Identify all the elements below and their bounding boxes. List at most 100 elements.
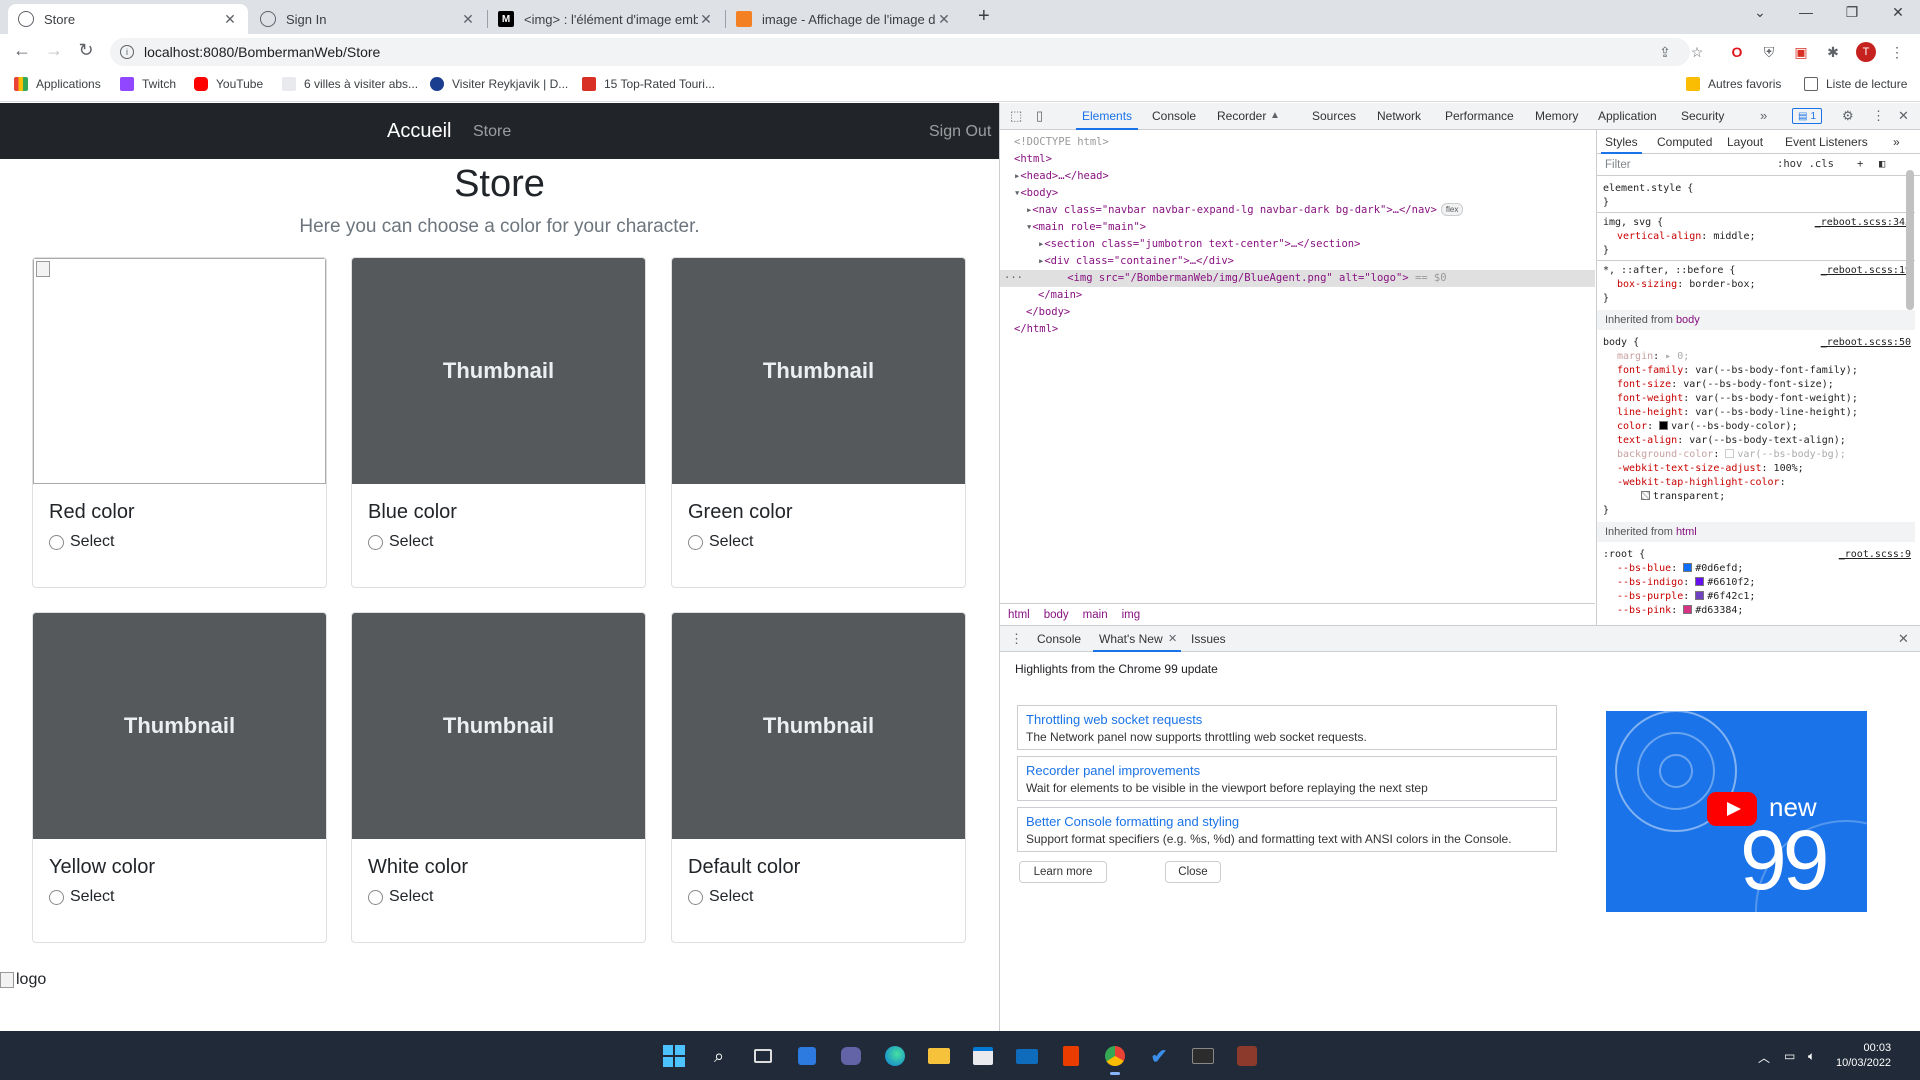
bookmark-reykjavik[interactable]: Visiter Reykjavik | D...	[430, 77, 568, 91]
whats-new-link[interactable]: Throttling web socket requests	[1026, 712, 1202, 727]
css-declaration-value[interactable]: transparent;	[1597, 490, 1915, 504]
css-declaration[interactable]: -webkit-tap-highlight-color:	[1597, 476, 1915, 490]
chrome-icon[interactable]	[1102, 1043, 1128, 1075]
tab-recorder[interactable]: Recorder	[1217, 109, 1266, 123]
learn-more-button[interactable]: Learn more	[1019, 861, 1107, 883]
drawer-tab-console[interactable]: Console	[1037, 632, 1081, 646]
css-declaration[interactable]: --bs-blue: #0d6efd;	[1597, 562, 1915, 576]
select-radio[interactable]: Select	[688, 533, 753, 551]
tab-console[interactable]: Console	[1152, 109, 1196, 123]
color-swatch[interactable]	[1695, 591, 1705, 600]
breadcrumb-item[interactable]: img	[1122, 609, 1141, 621]
avatar[interactable]: T	[1856, 42, 1876, 62]
dom-node[interactable]: </body>	[1000, 304, 1595, 321]
system-clock[interactable]: 00:03 10/03/2022	[1836, 1041, 1891, 1071]
css-declaration[interactable]: font-weight: var(--bs-body-font-weight);	[1597, 392, 1915, 406]
color-swatch[interactable]	[1683, 605, 1693, 614]
reading-list[interactable]: Liste de lecture	[1804, 77, 1907, 91]
dom-node[interactable]: ▸<nav class="navbar navbar-expand-lg nav…	[1000, 202, 1595, 219]
css-declaration[interactable]: --bs-pink: #d63384;	[1597, 604, 1915, 618]
site-info-icon[interactable]: i	[120, 45, 134, 59]
bookmark-twitch[interactable]: Twitch	[120, 77, 176, 91]
toggle-sidebar-icon[interactable]: ◧	[1879, 158, 1885, 170]
mail-icon[interactable]	[1014, 1043, 1040, 1069]
flex-badge[interactable]: flex	[1440, 203, 1464, 216]
select-radio[interactable]: Select	[368, 533, 433, 551]
tab-styles[interactable]: Styles	[1601, 135, 1642, 154]
color-swatch[interactable]	[1695, 577, 1705, 586]
chrome-99-promo-video[interactable]: new 99	[1606, 711, 1867, 912]
dom-node[interactable]: ▸<section class="jumbotron text-center">…	[1000, 236, 1595, 253]
close-window-icon[interactable]: ✕	[1878, 4, 1918, 21]
radio-label[interactable]: Select	[70, 533, 114, 551]
styles-filter[interactable]: Filter :hov .cls + ◧	[1597, 154, 1920, 176]
drawer-tab-issues[interactable]: Issues	[1191, 632, 1226, 646]
back-icon[interactable]: ←	[10, 40, 34, 61]
more-menu-icon[interactable]: ⋮	[1888, 43, 1906, 61]
bookmark-youtube[interactable]: YouTube	[194, 77, 263, 91]
tab-signin[interactable]: Sign In ✕	[250, 4, 486, 34]
todo-icon[interactable]: ✔	[1146, 1043, 1172, 1069]
color-swatch[interactable]	[1659, 421, 1669, 430]
css-declaration[interactable]: margin: ▸ 0;	[1597, 350, 1915, 364]
state-toggles[interactable]: :hov .cls	[1777, 158, 1834, 170]
close-drawer-icon[interactable]: ✕	[1898, 631, 1909, 647]
forward-icon[interactable]: →	[42, 40, 66, 61]
radio-label[interactable]: Select	[70, 888, 114, 906]
css-declaration[interactable]: line-height: var(--bs-body-line-height);	[1597, 406, 1915, 420]
radio-label[interactable]: Select	[389, 888, 433, 906]
css-declaration[interactable]: vertical-align: middle;	[1597, 230, 1915, 244]
bookmark-applications[interactable]: Applications	[14, 77, 101, 91]
radio-label[interactable]: Select	[389, 533, 433, 551]
dom-node[interactable]: <!DOCTYPE html>	[1000, 134, 1595, 151]
task-view-icon[interactable]	[750, 1043, 776, 1069]
tab-elements[interactable]: Elements	[1075, 109, 1139, 130]
drawer-tab-whats-new[interactable]: What's New	[1093, 632, 1181, 652]
issues-badge[interactable]: ▤ 1	[1792, 108, 1823, 124]
address-bar[interactable]: i localhost:8080/BombermanWeb/Store	[110, 38, 1690, 66]
more-tabs-icon[interactable]: »	[1760, 108, 1767, 123]
color-swatch[interactable]	[1683, 563, 1693, 572]
breadcrumb-item[interactable]: body	[1044, 609, 1069, 621]
tab-event-listeners[interactable]: Event Listeners	[1785, 135, 1868, 149]
edge-icon[interactable]	[882, 1043, 908, 1069]
close-button[interactable]: Close	[1165, 861, 1221, 883]
close-tab-icon[interactable]: ✕	[1168, 632, 1177, 645]
css-declaration[interactable]: --bs-indigo: #6610f2;	[1597, 576, 1915, 590]
dom-node[interactable]: </html>	[1000, 321, 1595, 338]
windows-start-icon[interactable]	[661, 1043, 687, 1069]
extension-badge-icon[interactable]: ▣	[1792, 43, 1810, 61]
dom-node[interactable]: ▾<body>	[1000, 185, 1595, 202]
drawer-menu-icon[interactable]: ⋮	[1010, 631, 1023, 647]
navbar-brand[interactable]: Accueil	[387, 120, 451, 143]
more-tabs-icon[interactable]: »	[1893, 135, 1900, 149]
volume-icon[interactable]: 🔈︎	[1808, 1049, 1815, 1064]
dom-node[interactable]: ▸<div class="container">…</div>	[1000, 253, 1595, 270]
inspect-element-icon[interactable]: ⬚	[1010, 108, 1022, 124]
select-radio[interactable]: Select	[49, 533, 114, 551]
nav-store-link[interactable]: Store	[473, 123, 511, 141]
office-icon[interactable]	[1058, 1043, 1084, 1069]
tab-mdn-img[interactable]: M <img> : l'élément d'image emba ✕	[488, 4, 724, 34]
tab-performance[interactable]: Performance	[1445, 109, 1514, 123]
minimize-icon[interactable]: —	[1786, 4, 1826, 20]
radio-label[interactable]: Select	[709, 533, 753, 551]
whats-new-link[interactable]: Better Console formatting and styling	[1026, 814, 1239, 829]
source-link[interactable]: _reboot.scss:50	[1821, 336, 1911, 350]
dom-node-selected[interactable]: ··· <img src="/BombermanWeb/img/BlueAgen…	[1000, 270, 1595, 287]
css-declaration[interactable]: font-family: var(--bs-body-font-family);	[1597, 364, 1915, 378]
tab-computed[interactable]: Computed	[1657, 135, 1712, 149]
new-tab-icon[interactable]: +	[978, 5, 990, 28]
css-declaration[interactable]: font-size: var(--bs-body-font-size);	[1597, 378, 1915, 392]
color-swatch[interactable]	[1725, 449, 1735, 458]
bookmark-other-favorites[interactable]: Autres favoris	[1686, 77, 1781, 91]
terminal-icon[interactable]	[1190, 1043, 1216, 1069]
radio-button[interactable]	[688, 889, 703, 905]
store-icon[interactable]	[970, 1043, 996, 1069]
reload-icon[interactable]: ↻	[74, 40, 98, 61]
teams-chat-icon[interactable]	[838, 1043, 864, 1069]
css-declaration[interactable]: --bs-purple: #6f42c1;	[1597, 590, 1915, 604]
tab-layout[interactable]: Layout	[1727, 135, 1763, 149]
whats-new-link[interactable]: Recorder panel improvements	[1026, 763, 1200, 778]
device-toolbar-icon[interactable]: ▯	[1036, 108, 1043, 124]
